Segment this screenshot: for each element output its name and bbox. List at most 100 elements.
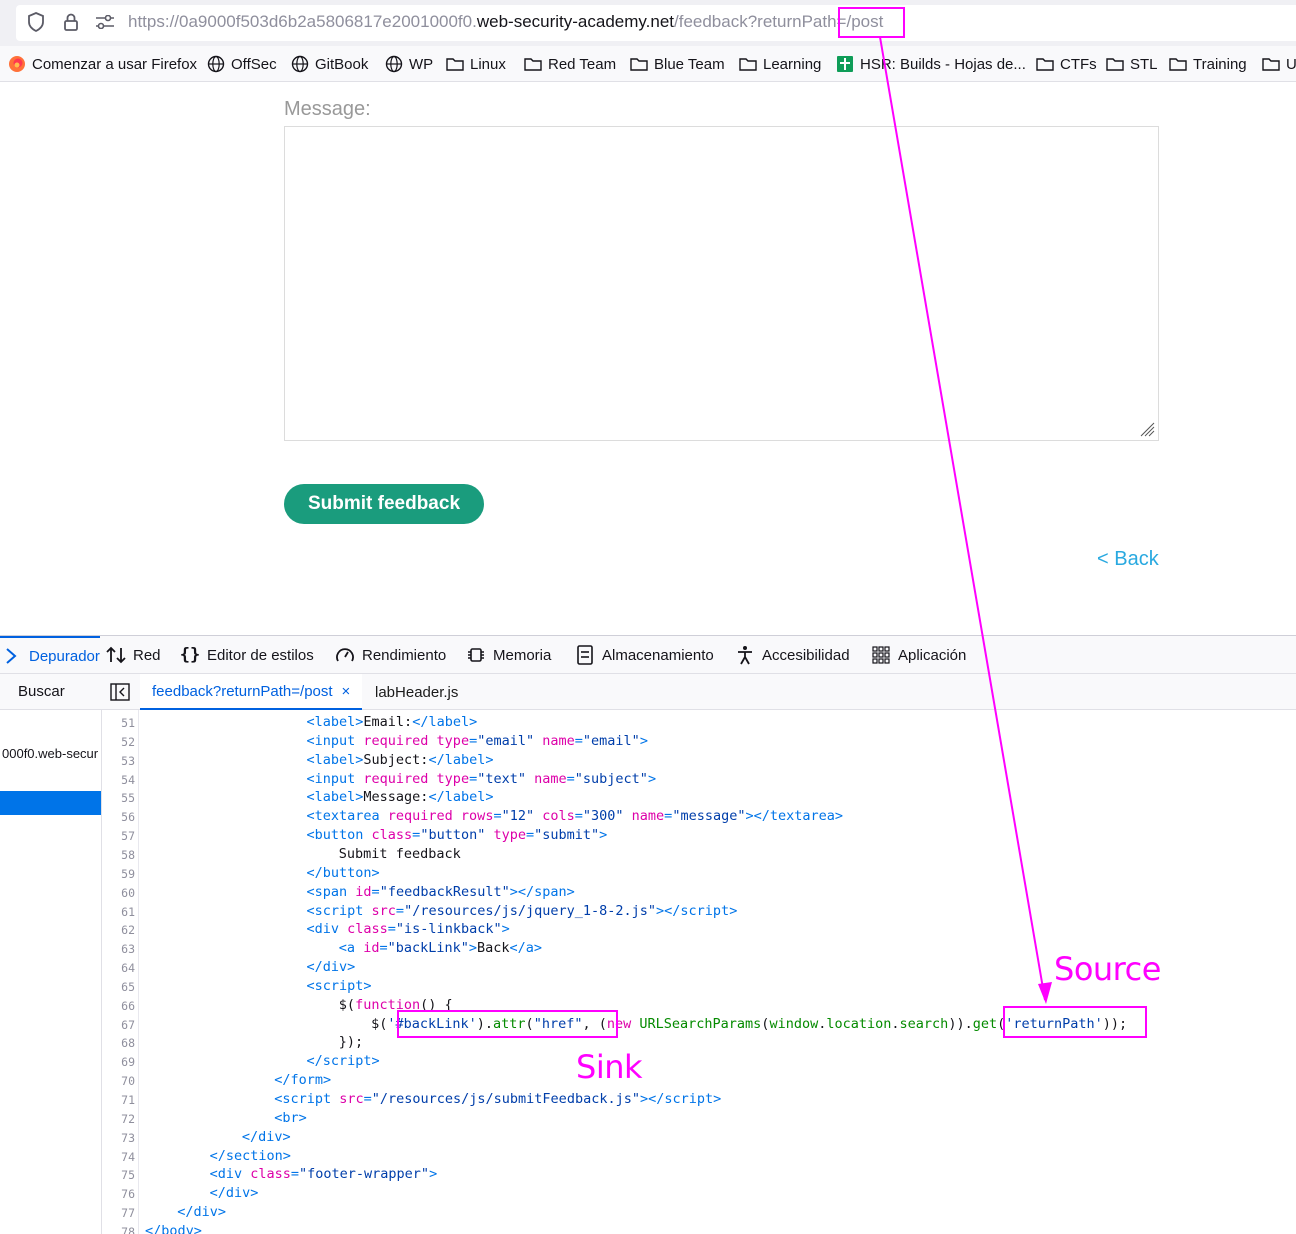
code-line[interactable]: $('#backLink').attr("href", (new URLSear… [371,1016,1127,1032]
line-number[interactable]: 69 [103,1055,135,1069]
line-number[interactable]: 53 [103,754,135,768]
line-number[interactable]: 58 [103,848,135,862]
code-line[interactable]: <script src="/resources/js/jquery_1-8-2.… [307,903,738,919]
code-line[interactable]: <div class="footer-wrapper"> [210,1166,438,1182]
code-token: > [599,827,608,844]
line-number[interactable]: 52 [103,735,135,749]
back-link[interactable]: < Back [1097,548,1159,571]
line-number[interactable]: 70 [103,1074,135,1088]
code-token: = [574,732,583,749]
close-icon[interactable]: × [342,683,351,700]
code-line[interactable]: $(function() { [339,997,453,1013]
code-token: = [493,808,502,825]
code-line[interactable]: <br> [274,1110,307,1126]
tab-style-editor[interactable]: {} Editor de estilos [180,636,314,674]
bookmark-item[interactable]: Comenzar a usar Firefox [8,54,197,74]
line-number[interactable]: 68 [103,1036,135,1050]
code-line[interactable]: <script src="/resources/js/submitFeedbac… [274,1091,721,1107]
line-number[interactable]: 63 [103,942,135,956]
code-line[interactable]: }); [339,1034,363,1050]
tab-performance[interactable]: Rendimiento [335,636,446,674]
resize-grip-icon[interactable] [1139,421,1155,437]
search-tab[interactable]: Buscar [18,683,65,700]
tab-accessibility[interactable]: Accesibilidad [735,636,850,674]
line-number[interactable]: 75 [103,1168,135,1182]
line-number[interactable]: 56 [103,810,135,824]
line-number[interactable]: 51 [103,716,135,730]
lock-icon[interactable] [60,11,82,33]
line-number[interactable]: 77 [103,1206,135,1220]
code-line[interactable]: <span id="feedbackResult"></span> [307,884,575,900]
line-number[interactable]: 61 [103,905,135,919]
bookmark-folder[interactable]: Training [1169,54,1247,74]
shield-icon[interactable] [25,11,47,33]
code-token: class [347,921,388,938]
bookmark-item[interactable]: HSR: Builds - Hojas de... [836,54,1026,74]
sidebar-toggle-icon[interactable] [110,683,130,701]
code-line[interactable]: </section> [210,1148,291,1164]
code-line[interactable]: <div class="is-linkback"> [307,921,510,937]
line-number[interactable]: 54 [103,773,135,787]
code-line[interactable]: <a id="backLink">Back</a> [339,940,542,956]
code-line[interactable]: <script> [307,978,372,994]
submit-feedback-button[interactable]: Submit feedback [284,484,484,524]
tab-debugger[interactable]: Depurador [0,636,100,674]
url-text[interactable]: https://0a9000f503d6b2a5806817e2001000f0… [128,12,883,32]
tab-application[interactable]: Aplicación [871,636,966,674]
message-textarea[interactable] [284,126,1159,441]
line-number[interactable]: 76 [103,1187,135,1201]
source-tab-labheader[interactable]: labHeader.js [375,674,458,710]
debugger-toolbar: Buscar feedback?returnPath=/post × labHe… [0,674,1296,710]
code-line[interactable]: Submit feedback [339,846,461,862]
url-prefix: https://0a9000f503d6b2a5806817e2001000f0… [128,12,477,31]
tab-network[interactable]: Red [106,636,161,674]
permissions-icon[interactable] [94,11,116,33]
bookmark-item[interactable]: OffSec [207,54,277,74]
line-number[interactable]: 71 [103,1093,135,1107]
line-number[interactable]: 67 [103,1018,135,1032]
tab-storage[interactable]: Almacenamiento [575,636,714,674]
line-number[interactable]: 66 [103,999,135,1013]
code-line[interactable]: <textarea required rows="12" cols="300" … [307,808,844,824]
code-line[interactable]: <button class="button" type="submit"> [307,827,608,843]
line-number[interactable]: 60 [103,886,135,900]
line-number[interactable]: 59 [103,867,135,881]
globe-icon [385,55,403,73]
code-line[interactable]: <label>Email:</label> [307,714,478,730]
bookmark-folder[interactable]: Linux [446,54,506,74]
line-number[interactable]: 74 [103,1150,135,1164]
bookmark-item[interactable]: WP [385,54,433,74]
line-number[interactable]: 72 [103,1112,135,1126]
bookmark-folder[interactable]: U [1262,54,1296,74]
code-line[interactable]: </div> [210,1185,259,1201]
line-number[interactable]: 57 [103,829,135,843]
bookmark-folder[interactable]: Blue Team [630,54,725,74]
line-number[interactable]: 65 [103,980,135,994]
folder-icon [524,55,542,73]
line-number[interactable]: 73 [103,1131,135,1145]
line-number[interactable]: 62 [103,923,135,937]
bookmark-folder[interactable]: STL [1106,54,1158,74]
code-line[interactable]: <label>Subject:</label> [307,752,494,768]
code-line[interactable]: <input required type="text" name="subjec… [307,771,657,787]
code-line[interactable]: </form> [274,1072,331,1088]
bookmark-folder[interactable]: CTFs [1036,54,1097,74]
bookmark-folder[interactable]: Learning [739,54,821,74]
source-tab-feedback[interactable]: feedback?returnPath=/post × [140,674,363,710]
line-number[interactable]: 55 [103,791,135,805]
code-line[interactable]: </script> [307,1053,380,1069]
code-line[interactable]: <label>Message:</label> [307,789,494,805]
code-line[interactable]: <input required type="email" name="email… [307,733,648,749]
code-line[interactable]: </div> [242,1129,291,1145]
line-number[interactable]: 78 [103,1225,135,1234]
sources-tree-host[interactable]: 000f0.web-secur [2,746,98,761]
code-line[interactable]: </button> [307,865,380,881]
code-line[interactable]: </body> [145,1223,202,1234]
tab-memory[interactable]: Memoria [466,636,551,674]
line-number[interactable]: 64 [103,961,135,975]
bookmark-item[interactable]: GitBook [291,54,368,74]
code-line[interactable]: </div> [307,959,356,975]
bookmark-folder[interactable]: Red Team [524,54,616,74]
code-line[interactable]: </div> [177,1204,226,1220]
sources-tree-selected-row[interactable] [0,791,101,815]
